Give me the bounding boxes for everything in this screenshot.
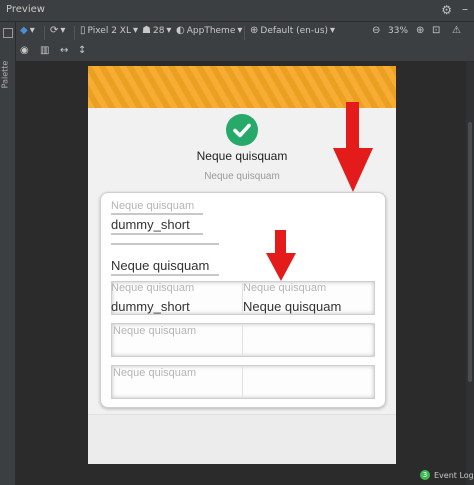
zoom-fit-icon: ⊡ (432, 25, 441, 36)
row3-left-label: Neque quisquam (113, 367, 197, 379)
palette-strip: Palette (0, 22, 16, 485)
phone-icon: ▯ (80, 25, 86, 36)
chevron-down-icon: ▾ (60, 25, 66, 36)
field2-divider (111, 243, 219, 245)
design-toolbar: ◆ ▾ ⟳ ▾ ▯ Pixel 2 XL ▾ ☗ 28 ▾ ◐ AppTheme ▾… (16, 22, 474, 44)
chevron-down-icon: ▾ (166, 25, 172, 36)
zoom-level: 33% (388, 26, 409, 36)
zoom-in-button[interactable]: ⊕ (416, 26, 424, 36)
blueprint-icon: ▥ (40, 45, 50, 56)
device-label: Pixel 2 XL (87, 26, 131, 36)
api-label: 28 (152, 26, 165, 36)
scrollbar-thumb[interactable] (468, 122, 472, 382)
field1-divider (111, 213, 203, 215)
event-count-badge: 3 (420, 470, 430, 480)
preview-titlebar: Preview ⚙ – (0, 0, 474, 22)
zoom-in-icon: ⊕ (416, 25, 425, 36)
zoom-fit-button[interactable]: ⊡ (432, 26, 440, 36)
row1-left-value[interactable]: dummy_short (111, 299, 190, 314)
chevron-down-icon: ▾ (29, 25, 35, 36)
api-dropdown[interactable]: ☗ 28 ▾ (142, 25, 172, 37)
theme-dropdown[interactable]: ◐ AppTheme ▾ (176, 25, 243, 37)
chevron-down-icon: ▾ (330, 25, 336, 36)
chevron-down-icon: ▾ (237, 25, 243, 36)
android-icon: ☗ (142, 25, 151, 36)
window-title: Preview (6, 4, 45, 15)
palette-icon[interactable] (3, 28, 13, 38)
field1-label: Neque quisquam (111, 200, 195, 212)
row1-left-label: Neque quisquam (111, 282, 195, 294)
orientation-button[interactable]: ⟳ ▾ (50, 26, 65, 36)
theme-label: AppTheme (186, 26, 236, 36)
locale-dropdown[interactable]: ⊕ Default (en-us) ▾ (250, 25, 336, 37)
layers-button[interactable]: ◆ ▾ (20, 26, 35, 36)
eye-icon: ◉ (20, 45, 29, 56)
field1-value[interactable]: dummy_short (111, 217, 190, 232)
event-log-label: Event Log (434, 470, 474, 480)
warning-button[interactable]: ⚠ (452, 26, 461, 36)
rotate-icon: ⟳ (50, 25, 59, 36)
form-card: Neque quisquam dummy_short Neque quisqua… (100, 192, 386, 408)
view-toolbar: ◉ ▥ ↔ ↕ (16, 44, 474, 62)
vertical-scrollbar[interactable] (466, 62, 474, 485)
zoom-out-icon: ⊖ (372, 25, 381, 36)
resize-horizontal-icon: ↔ (60, 45, 69, 56)
minimize-icon[interactable]: – (462, 2, 468, 16)
event-log-button[interactable]: 3 Event Log (420, 468, 474, 482)
red-arrow-large (333, 102, 373, 192)
row1-right-value[interactable]: Neque quisquam (243, 299, 341, 314)
resize-vertical-icon: ↕ (78, 45, 87, 56)
resize-vertical-button[interactable]: ↕ (78, 46, 86, 56)
chevron-down-icon: ▾ (132, 25, 138, 36)
resize-horizontal-button[interactable]: ↔ (60, 46, 68, 56)
check-icon (226, 114, 258, 146)
row2-left-label: Neque quisquam (113, 325, 197, 337)
field1-underline (111, 233, 203, 235)
device-dropdown[interactable]: ▯ Pixel 2 XL ▾ (80, 25, 138, 37)
globe-icon: ⊕ (250, 25, 259, 36)
warning-icon: ⚠ (452, 25, 461, 36)
row3-divider (242, 366, 243, 398)
row2-divider (242, 324, 243, 356)
field2-underline (111, 274, 219, 276)
gear-icon[interactable]: ⚙ (441, 3, 452, 17)
palette-tab[interactable]: Palette (0, 61, 9, 89)
bottom-area (88, 414, 396, 464)
row1-right-label: Neque quisquam (243, 282, 327, 294)
zoom-out-button[interactable]: ⊖ (372, 26, 380, 36)
theme-icon: ◐ (176, 25, 185, 36)
red-arrow-small (266, 230, 296, 281)
locale-label: Default (en-us) (260, 26, 329, 36)
layers-icon: ◆ (20, 25, 28, 36)
eye-button[interactable]: ◉ (20, 46, 29, 56)
field2-value[interactable]: Neque quisquam (111, 258, 209, 273)
blueprint-button[interactable]: ▥ (40, 46, 49, 56)
